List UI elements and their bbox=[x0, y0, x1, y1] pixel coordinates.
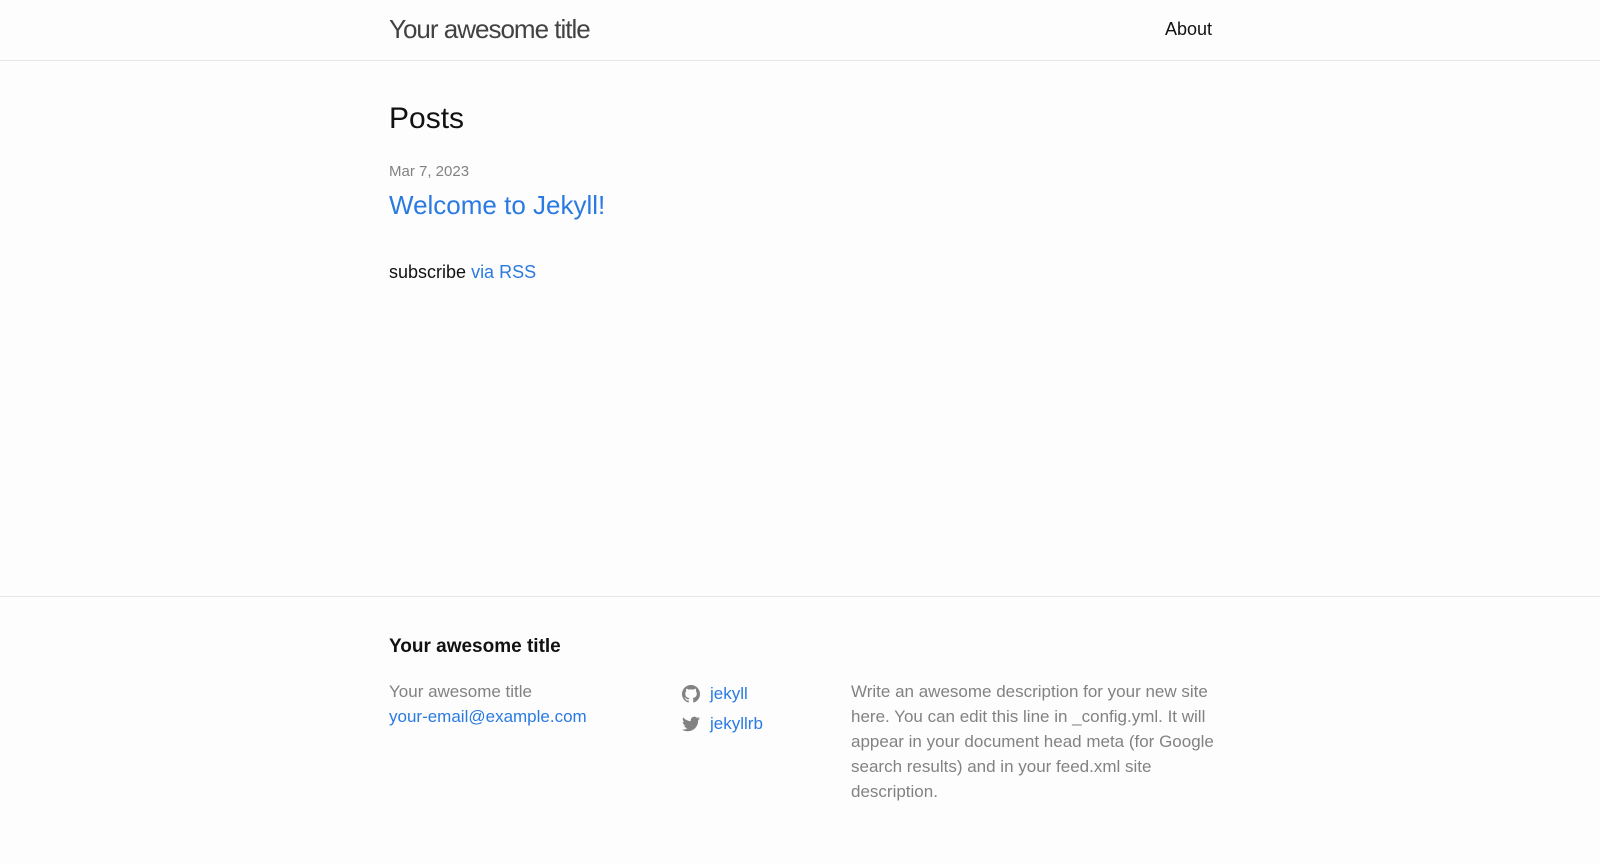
site-footer: Your awesome title Your awesome title yo… bbox=[0, 596, 1600, 864]
site-title-link[interactable]: Your awesome title bbox=[389, 13, 591, 45]
github-icon bbox=[682, 685, 700, 703]
twitter-username-link[interactable]: jekyllrb bbox=[710, 709, 763, 739]
footer-email-link[interactable]: your-email@example.com bbox=[389, 707, 587, 726]
github-username-link[interactable]: jekyll bbox=[710, 679, 748, 709]
social-item-github[interactable]: jekyll bbox=[682, 679, 763, 709]
nav-about-link[interactable]: About bbox=[1165, 17, 1212, 41]
footer-heading: Your awesome title bbox=[389, 636, 561, 657]
site-header: Your awesome title About bbox=[0, 0, 1600, 61]
post-date: Mar 7, 2023 bbox=[389, 163, 470, 180]
rss-prefix: subscribe bbox=[389, 262, 467, 282]
post-title-link[interactable]: Welcome to Jekyll! bbox=[389, 188, 605, 222]
rss-link[interactable]: via RSS bbox=[471, 262, 536, 282]
page-heading: Posts bbox=[389, 102, 465, 135]
footer-social: jekyll jekyllrb bbox=[682, 679, 763, 739]
footer-contact-name: Your awesome title bbox=[389, 682, 533, 701]
footer-contact: Your awesome title your-email@example.co… bbox=[389, 679, 587, 729]
rss-subscribe: subscribe via RSS bbox=[389, 260, 536, 284]
footer-description: Write an awesome description for your ne… bbox=[851, 682, 1214, 801]
twitter-icon bbox=[682, 716, 700, 732]
social-item-twitter[interactable]: jekyllrb bbox=[682, 709, 763, 739]
